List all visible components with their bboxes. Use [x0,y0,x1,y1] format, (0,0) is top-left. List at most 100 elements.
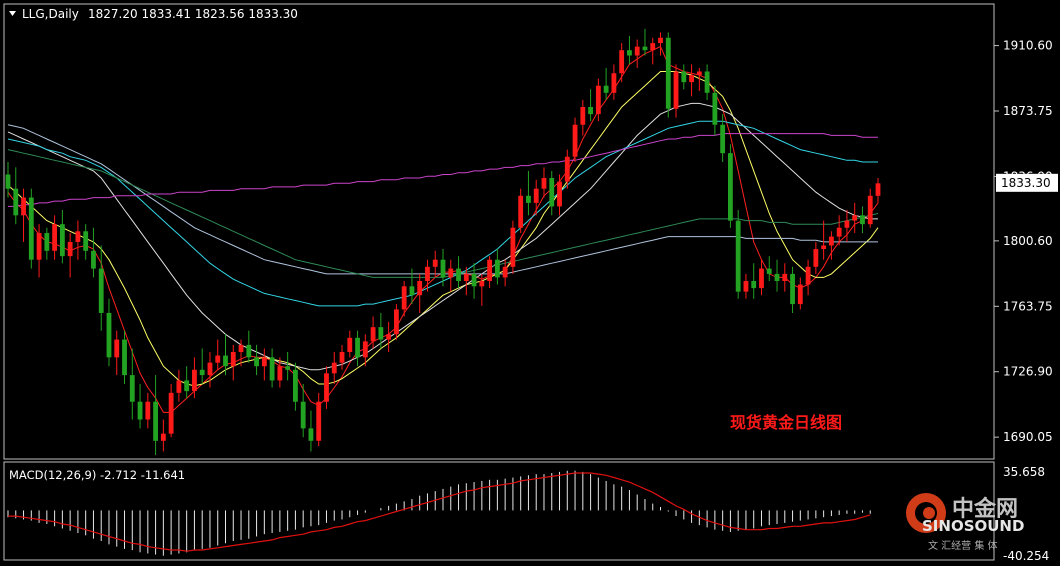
candle-body [168,392,174,434]
candle-body [91,250,96,269]
macd-axis-min: -40.254 [1003,549,1049,562]
symbol-header: LLG,Daily 1827.20 1833.41 1823.56 1833.3… [9,7,298,21]
candle-body [440,259,446,278]
candle-body [603,85,609,93]
candle-body [362,341,368,358]
chart-caption: 现货黄金日线图 [730,413,842,432]
candle-body [21,197,26,216]
candle-body [316,401,322,441]
candle-body [751,281,757,289]
candle-body [160,433,166,441]
price-axis: 1910.601873.751836.901800.601763.751726.… [994,39,1053,563]
chart-window: 1910.601873.751836.901800.601763.751726.… [0,0,1060,563]
ohlc-values: 1827.20 1833.41 1823.56 1833.30 [88,7,298,21]
price-tick-label: 1763.75 [1003,299,1053,313]
candle-body [386,334,392,340]
price-tick-label: 1873.75 [1003,104,1053,118]
candle-body [712,92,718,125]
candle-body [836,227,842,237]
candle-body [634,46,640,56]
candle-body [378,327,384,340]
candle-body [852,215,858,221]
candle-body [448,268,454,278]
watermark-slogan: 文 汇经营 集 体 [928,539,998,552]
candle-body [199,369,205,376]
candle-body [370,327,376,342]
candle-body [308,428,314,441]
candle-body [269,357,275,381]
candle-body [207,362,213,376]
macd-axis-max: 35.658 [1003,465,1045,479]
price-tick-label: 1910.60 [1003,39,1053,53]
candle-body [494,259,500,278]
price-tick-label: 1726.90 [1003,365,1053,379]
candle-body [192,369,197,392]
candle-body [223,355,228,367]
candle-body [417,281,423,296]
candle-body [766,268,772,274]
candle-body [75,231,81,242]
candle-body [479,281,485,287]
price-tick-label: 1690.05 [1003,430,1053,444]
candle-body [36,233,42,260]
candle-body [339,352,345,363]
candle-body [502,266,508,278]
candle-body [432,259,438,267]
candle-body [98,268,104,313]
candle-body [572,124,578,157]
candle-body [254,357,259,367]
candle-body [681,71,687,83]
candle-body [44,233,50,251]
svg-text:1833.30: 1833.30 [1001,176,1051,190]
candle-body [828,236,834,246]
candle-body [176,380,182,393]
candle-body [580,107,586,125]
candle-body [790,273,795,305]
candle-body [67,241,73,257]
candle-body [324,373,329,402]
candle-body [696,71,702,76]
candle-body [642,46,648,51]
candle-body [549,178,555,207]
current-price-tag: 1833.30 [996,173,1058,192]
symbol-label: LLG,Daily [22,7,79,21]
candle-body [813,249,819,267]
candle-body [355,337,360,358]
candle-body [471,273,477,287]
candle-body [518,195,524,228]
candle-body [425,266,430,281]
candle-body [557,181,562,207]
candle-body [797,284,803,305]
candle-body [735,220,741,292]
candle-body [728,153,733,221]
candle-body [650,43,656,51]
candle-body [627,50,632,56]
candle-body [821,245,827,250]
candle-body [293,369,298,402]
candle-body [533,188,539,203]
candle-body [463,273,469,281]
candle-body [588,107,593,115]
candle-body [153,401,158,441]
candle-body [673,71,679,109]
candle-body [129,375,135,402]
chart-svg: 1910.601873.751836.901800.601763.751726.… [3,3,1058,563]
candle-body [393,309,399,335]
candle-body [83,231,89,251]
candle-body [774,273,780,281]
candle-body [230,352,236,367]
candle-body [401,286,407,310]
candle-body [487,259,493,281]
candle-body [564,156,570,182]
candle-body [59,224,65,257]
candle-body [106,312,112,358]
candle-body [261,357,267,367]
candle-body [347,337,353,353]
candle-body [619,50,625,74]
candle-body [704,71,710,93]
candle-body [805,266,811,285]
candle-body [611,73,617,93]
candle-body [743,281,749,292]
candle-body [456,268,461,281]
candle-body [331,362,337,374]
